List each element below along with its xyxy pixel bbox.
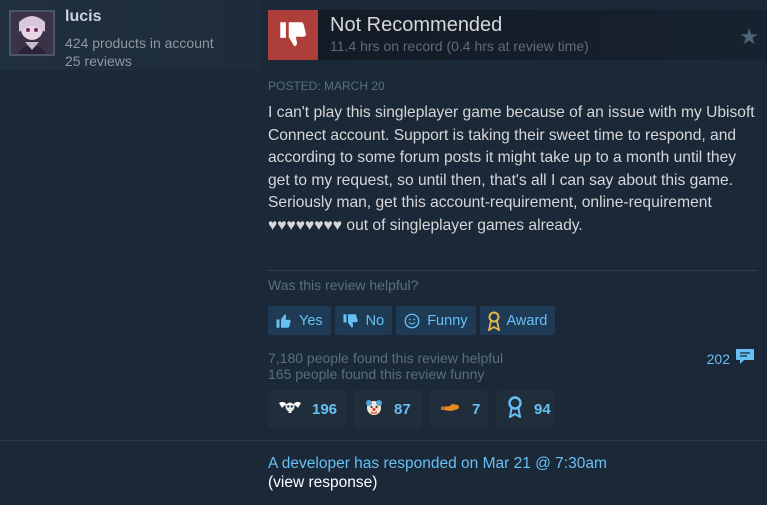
comments-link[interactable]: 202	[707, 348, 755, 369]
vote-info: 7,180 people found this review helpful 1…	[268, 350, 503, 382]
vote-buttons: Yes No Funny Award	[268, 306, 556, 335]
comments-count: 202	[706, 350, 730, 367]
vote-no-button[interactable]: No	[334, 306, 393, 335]
thumbs-down-icon	[268, 10, 318, 60]
funny-count: 165 people found this review funny	[268, 366, 485, 382]
vote-funny-button[interactable]: Funny	[396, 306, 476, 335]
award-chip[interactable]: 94	[496, 390, 554, 428]
products-count[interactable]: 424 products in account	[65, 35, 214, 51]
award-label: Award	[506, 312, 548, 329]
vote-funny-label: Funny	[427, 312, 468, 329]
awards-row: 196 87 7 94	[268, 390, 554, 428]
posted-date: POSTED: MARCH 20	[268, 79, 385, 93]
award-count: 196	[312, 400, 338, 418]
review-text: I can't play this singleplayer game beca…	[268, 104, 755, 234]
award-chip[interactable]: 7	[430, 390, 488, 428]
vote-no-label: No	[365, 312, 385, 329]
speech-bubble-icon	[735, 348, 755, 369]
award-button[interactable]: Award	[479, 306, 556, 335]
award-count: 7	[472, 400, 481, 418]
reviews-count[interactable]: 25 reviews	[65, 53, 132, 69]
view-response-link[interactable]: (view response)	[268, 474, 377, 492]
star-icon[interactable]: ★	[739, 24, 759, 50]
recommendation-title[interactable]: Not Recommended	[330, 14, 502, 37]
medal-award-icon	[506, 396, 524, 422]
divider	[268, 270, 758, 271]
helpful-question: Was this review helpful?	[268, 277, 419, 293]
vote-yes-button[interactable]: Yes	[268, 306, 331, 335]
hours-on-record: 11.4 hrs on record (0.4 hrs at review ti…	[330, 38, 589, 54]
award-ribbon-icon	[486, 311, 502, 331]
vote-yes-label: Yes	[299, 312, 323, 329]
author-block: lucis 424 products in account 25 reviews	[0, 0, 260, 70]
section-divider	[0, 440, 767, 441]
award-count: 94	[534, 400, 551, 418]
award-chip[interactable]: 196	[268, 390, 346, 428]
smiley-icon	[402, 312, 422, 330]
review-header: Not Recommended 11.4 hrs on record (0.4 …	[268, 10, 767, 60]
award-count: 87	[394, 400, 411, 418]
developer-response-notice[interactable]: A developer has responded on Mar 21 @ 7:…	[268, 455, 607, 473]
thumbs-up-icon	[274, 312, 294, 330]
pointing-hand-award-icon	[440, 398, 462, 420]
clown-face-award-icon	[364, 396, 384, 422]
avatar[interactable]	[9, 10, 55, 56]
winged-skull-award-icon	[278, 397, 302, 421]
author-name[interactable]: lucis	[65, 8, 101, 26]
thumbs-down-icon	[341, 312, 361, 330]
helpful-count: 7,180 people found this review helpful	[268, 350, 504, 366]
award-chip[interactable]: 87	[354, 390, 422, 428]
